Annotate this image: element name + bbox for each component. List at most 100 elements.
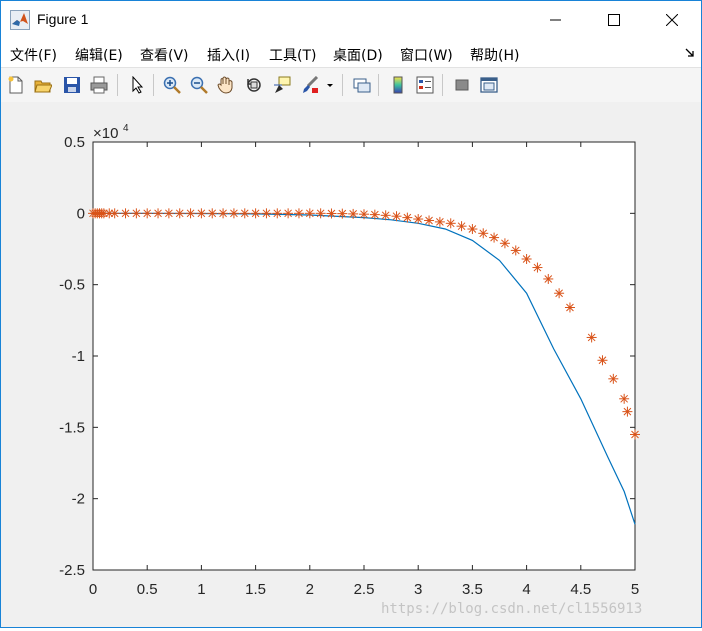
pan-button[interactable]	[215, 74, 237, 96]
menu-bar: 文件(F) 编辑(E) 查看(V) 插入(I) 工具(T) 桌面(D) 窗口(W…	[1, 39, 701, 67]
plot-svg[interactable]: 0 0.5 1 1.5 2 2.5 3 3.5 4 4.5 5 0.5 0 -0.5 -1 -1.5 -2 -2…	[1, 102, 701, 627]
data-point-marker	[478, 228, 489, 239]
menu-view[interactable]: 查看(V)	[140, 45, 189, 65]
data-point-marker	[467, 224, 478, 235]
data-point-marker	[597, 355, 608, 366]
toolbar-separator	[342, 74, 343, 96]
dock-arrow-icon[interactable]	[685, 48, 695, 58]
data-point-marker	[510, 245, 521, 256]
hide-plot-tools-icon	[455, 79, 469, 91]
close-icon	[666, 14, 678, 26]
zoom-out-button[interactable]	[188, 74, 210, 96]
insert-colorbar-button[interactable]	[387, 74, 409, 96]
link-plot-icon	[353, 78, 371, 93]
figure-window: Figure 1 文件(F) 编辑(E) 查看(V) 插入(I) 工具(T) 桌…	[0, 0, 702, 628]
insert-legend-button[interactable]	[414, 74, 436, 96]
x-tick-label: 1.5	[245, 581, 266, 598]
x-tick-label: 2	[306, 581, 314, 598]
axes-box[interactable]	[92, 141, 636, 571]
data-cursor-icon	[274, 76, 291, 93]
new-figure-icon	[8, 76, 23, 94]
show-plot-tools-button[interactable]	[478, 74, 500, 96]
show-plot-tools-icon	[480, 77, 498, 93]
toolbar-separator	[117, 74, 118, 96]
x-tick-label: 0.5	[137, 581, 158, 598]
hide-plot-tools-button[interactable]	[451, 74, 473, 96]
y-tick-label: -2.5	[59, 562, 85, 579]
brush-button[interactable]	[299, 74, 321, 96]
data-point-marker	[359, 209, 369, 220]
edit-plot-button[interactable]	[126, 74, 148, 96]
y-tick-label: 0	[77, 205, 85, 222]
y-exponent-power: 4	[123, 123, 129, 134]
print-button[interactable]	[88, 74, 110, 96]
x-tick-label: 4.5	[570, 581, 591, 598]
rotate-3d-button[interactable]	[243, 74, 265, 96]
x-tick-label: 1	[197, 581, 205, 598]
y-tick-label: -1.5	[59, 419, 85, 436]
new-figure-button[interactable]	[5, 74, 27, 96]
figure-canvas: 0 0.5 1 1.5 2 2.5 3 3.5 4 4.5 5 0.5 0 -0.5 -1 -1.5 -2 -2…	[1, 102, 701, 627]
close-button[interactable]	[643, 1, 701, 39]
data-point-marker	[532, 262, 543, 273]
brush-icon	[303, 76, 319, 93]
data-point-marker	[630, 429, 640, 440]
data-point-marker	[337, 208, 348, 219]
minimize-button[interactable]	[527, 1, 585, 39]
x-tick-label: 4	[522, 581, 530, 598]
insert-colorbar-icon	[393, 76, 403, 94]
menu-file[interactable]: 文件(F)	[10, 45, 57, 65]
toolbar-separator	[442, 74, 443, 96]
y-tick-label: 0.5	[64, 134, 85, 151]
toolbar-separator	[153, 74, 154, 96]
data-point-marker	[521, 253, 532, 264]
data-point-marker	[489, 232, 500, 243]
y-tick-label: -0.5	[59, 277, 85, 294]
zoom-in-button[interactable]	[161, 74, 183, 96]
data-point-marker	[326, 208, 337, 219]
save-button[interactable]	[61, 74, 83, 96]
y-tick-label: -2	[72, 491, 85, 508]
chevron-down-icon	[327, 84, 333, 87]
rotate-3d-icon	[247, 78, 261, 92]
y-tick-label: -1	[72, 348, 85, 365]
data-point-marker	[619, 393, 630, 404]
watermark: https://blog.csdn.net/cl1556913	[381, 601, 642, 617]
maximize-icon	[608, 14, 620, 26]
x-tick-label: 5	[631, 581, 639, 598]
link-plot-button[interactable]	[351, 74, 373, 96]
toolbar-separator	[378, 74, 379, 96]
x-tick-label: 0	[89, 581, 97, 598]
data-cursor-button[interactable]	[271, 74, 293, 96]
print-icon	[90, 76, 108, 94]
data-point-marker	[608, 373, 619, 384]
window-title: Figure 1	[37, 11, 89, 27]
data-point-marker	[622, 406, 633, 417]
zoom-out-icon	[190, 76, 208, 94]
open-file-button[interactable]	[32, 74, 54, 96]
figure-toolbar	[1, 67, 701, 103]
menu-desktop[interactable]: 桌面(D)	[333, 45, 383, 65]
menu-tools[interactable]: 工具(T)	[269, 45, 316, 65]
data-point-marker	[586, 332, 597, 343]
menu-help[interactable]: 帮助(H)	[470, 45, 519, 65]
insert-legend-icon	[416, 76, 434, 94]
open-file-icon	[34, 80, 52, 93]
x-tick-label: 3.5	[462, 581, 483, 598]
brush-dropdown[interactable]	[324, 74, 336, 96]
pan-icon	[217, 76, 233, 94]
data-point-marker	[499, 238, 510, 249]
minimize-icon	[550, 19, 561, 21]
title-bar[interactable]: Figure 1	[1, 1, 701, 39]
menu-edit[interactable]: 编辑(E)	[75, 45, 123, 65]
x-tick-label: 2.5	[354, 581, 375, 598]
save-icon	[64, 77, 80, 93]
zoom-in-icon	[163, 76, 181, 94]
menu-insert[interactable]: 插入(I)	[207, 45, 250, 65]
edit-plot-icon	[132, 76, 144, 94]
matlab-icon	[10, 10, 30, 30]
maximize-button[interactable]	[585, 1, 643, 39]
y-exponent-label: ×10	[93, 125, 118, 142]
x-tick-label: 3	[414, 581, 422, 598]
menu-window[interactable]: 窗口(W)	[400, 45, 453, 65]
